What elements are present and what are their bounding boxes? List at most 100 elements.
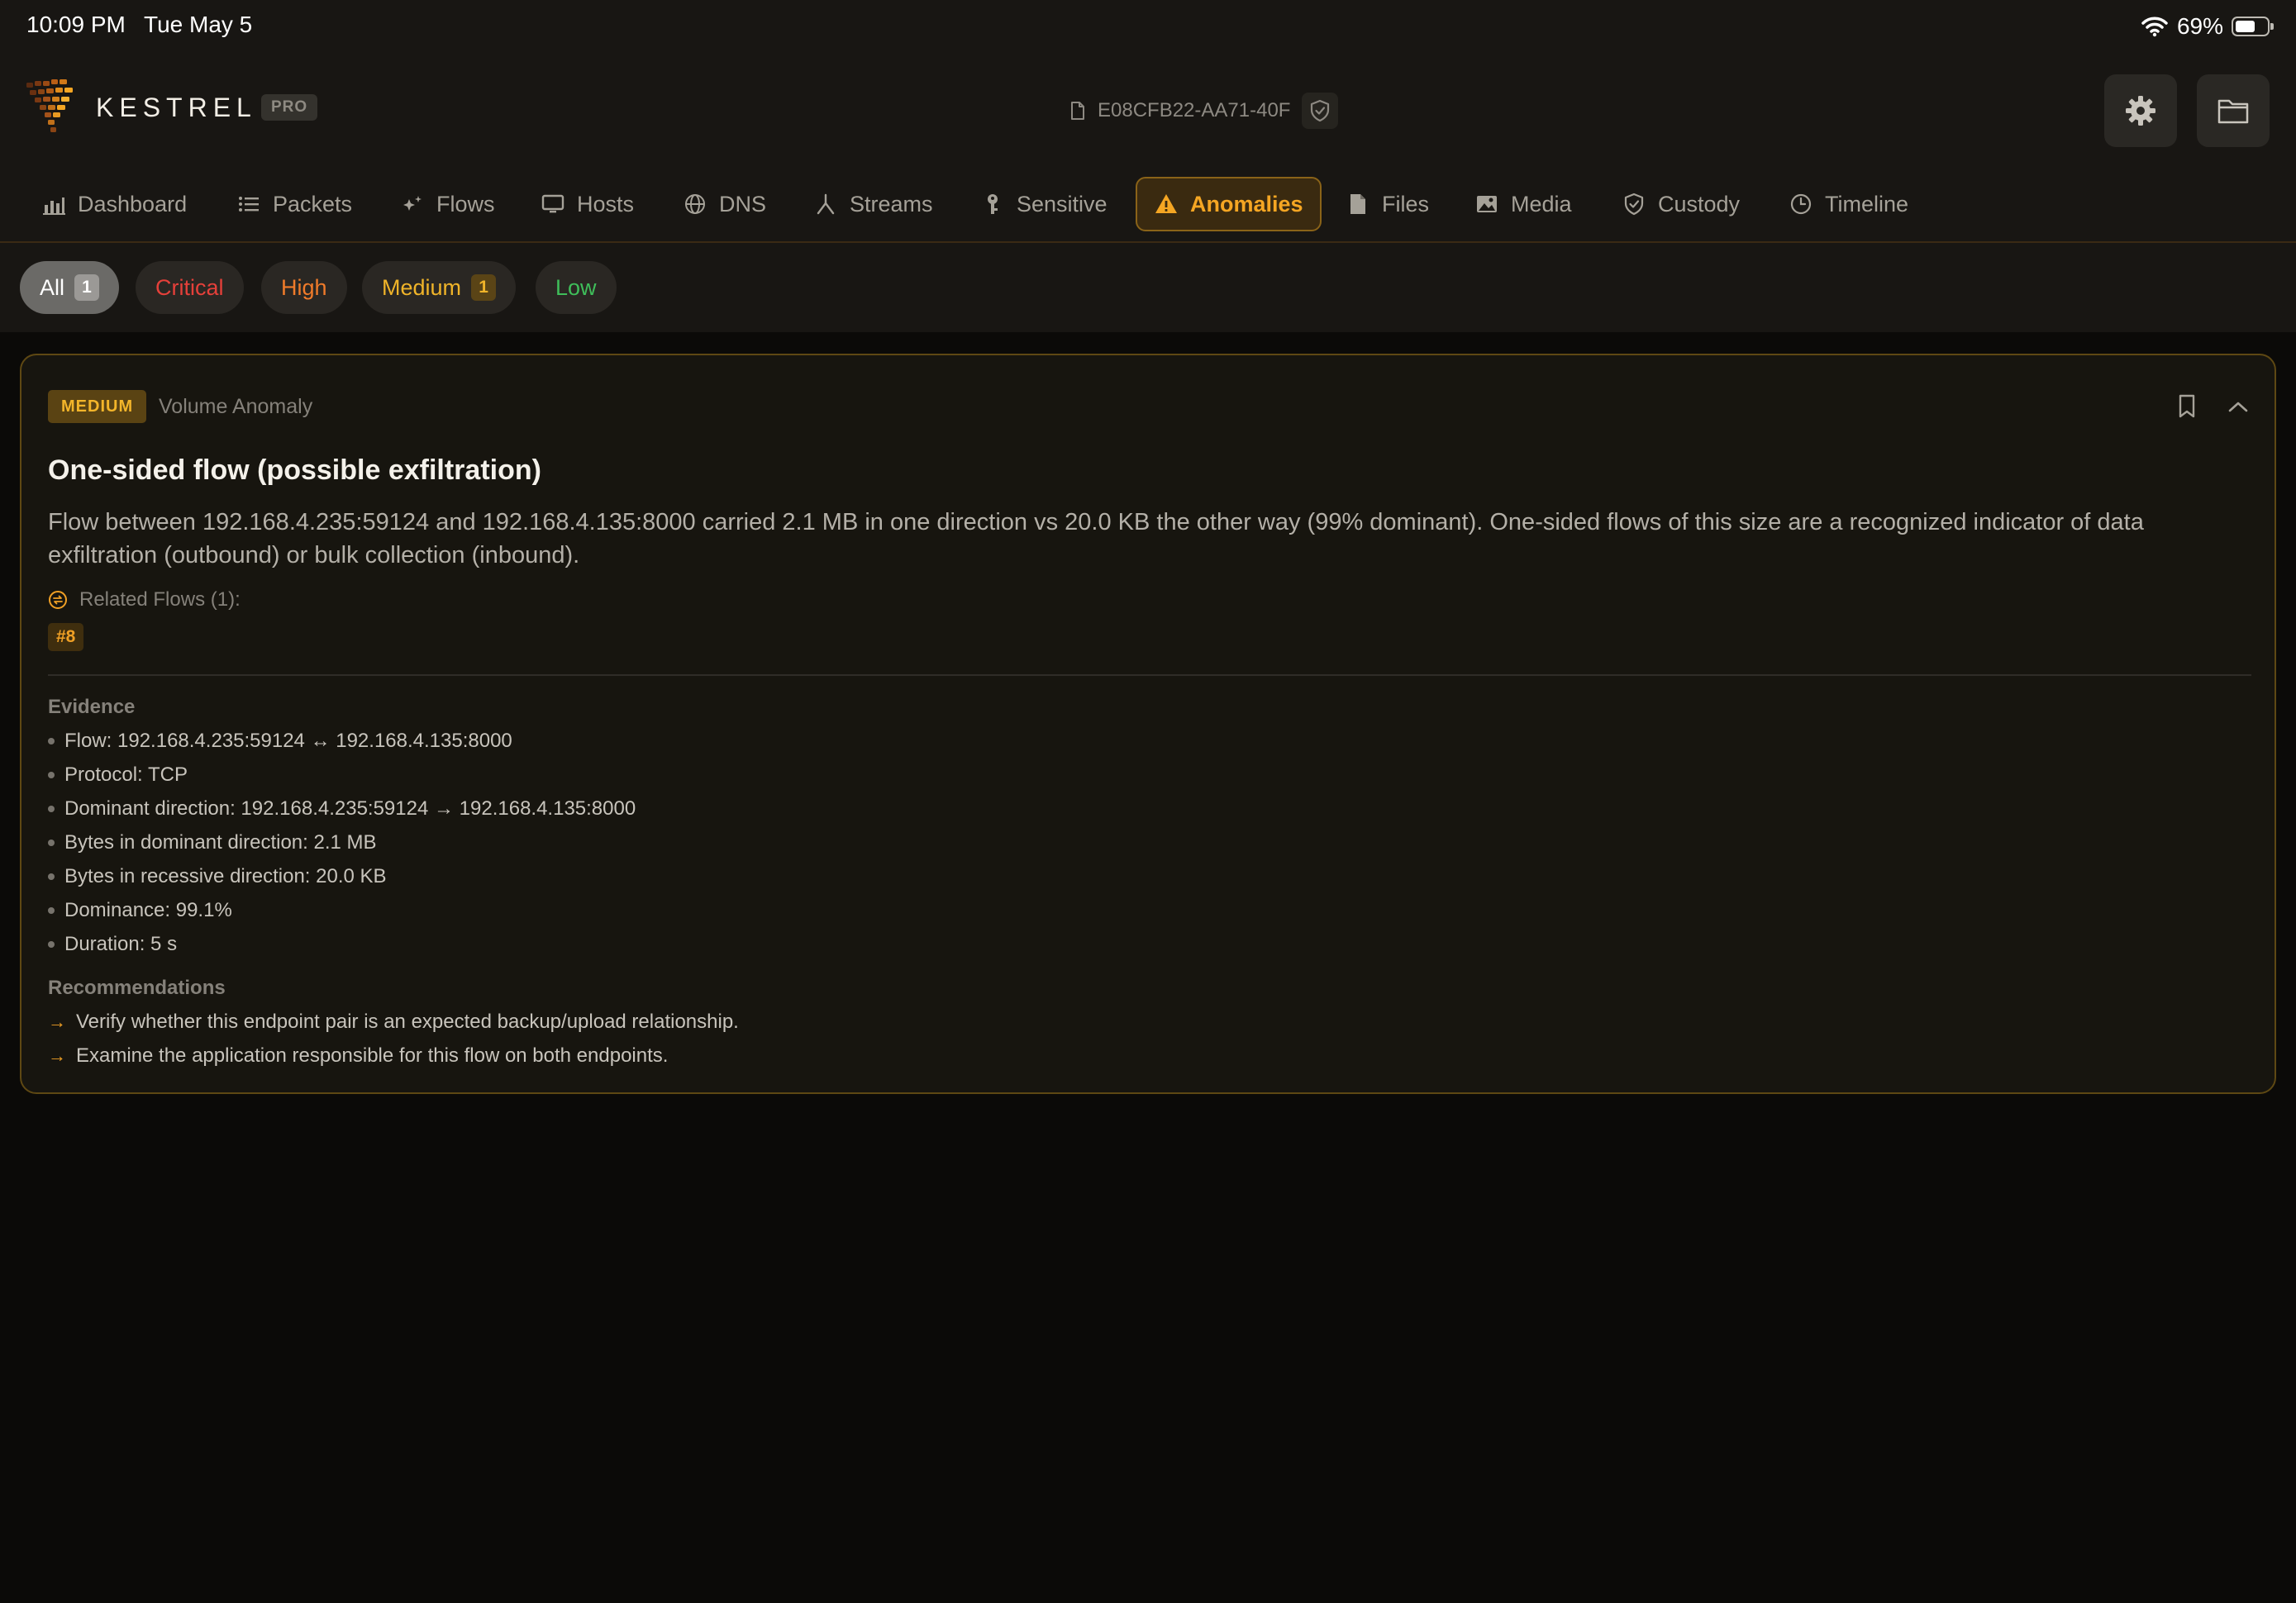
recommendations-heading: Recommendations <box>48 977 226 999</box>
tab-custody[interactable]: Custody <box>1605 177 1756 231</box>
monitor-icon <box>541 194 564 213</box>
tab-label: Dashboard <box>78 191 188 216</box>
wifi-icon <box>2141 17 2168 37</box>
chevron-up-icon <box>2228 402 2248 412</box>
section-divider <box>48 674 2251 676</box>
evidence-item: Duration: 5 s <box>48 927 636 961</box>
pro-badge: PRO <box>261 94 318 121</box>
tab-media[interactable]: Media <box>1458 177 1589 231</box>
evidence-text: Dominance: 99.1% <box>64 898 232 921</box>
recommendations-list: → Verify whether this endpoint pair is an… <box>48 1005 739 1073</box>
bullet-dot <box>48 873 55 880</box>
tab-label: Media <box>1511 191 1572 216</box>
capture-identifier[interactable]: E08CFB22-AA71-40F <box>1069 93 1339 129</box>
evidence-text: Dominant direction: 192.168.4.235:59124 … <box>64 797 636 820</box>
severity-badge: MEDIUM <box>48 390 147 423</box>
recommendation-item: → Examine the application responsible for… <box>48 1039 739 1073</box>
tab-dashboard[interactable]: Dashboard <box>25 177 203 231</box>
evidence-item: Flow: 192.168.4.235:59124 ↔ 192.168.4.13… <box>48 724 636 758</box>
warning-icon <box>1155 194 1177 213</box>
filter-label: All <box>40 274 65 300</box>
kestrel-logo-icon <box>26 79 73 132</box>
filter-all-chip[interactable]: All 1 <box>20 261 120 314</box>
evidence-text: Bytes in dominant direction: 2.1 MB <box>64 830 377 854</box>
battery-icon <box>2232 17 2274 36</box>
app-header: KESTREL PRO E08CFB22-AA71-40F <box>0 53 2296 165</box>
tab-label: Sensitive <box>1017 191 1108 216</box>
app-root: 10:09 PM Tue May 5 69% KESTREL PRO E08CF… <box>0 0 2296 1603</box>
sparkle-icon <box>403 196 422 211</box>
collapse-button[interactable] <box>2222 390 2255 423</box>
evidence-item: Bytes in dominant direction: 2.1 MB <box>48 825 636 859</box>
anomaly-card[interactable]: MEDIUM Volume Anomaly One-sided flow (po… <box>20 354 2276 1094</box>
evidence-item: Dominant direction: 192.168.4.235:59124 … <box>48 792 636 825</box>
filter-medium-chip[interactable]: Medium 1 <box>362 261 517 314</box>
document-icon <box>1071 102 1084 120</box>
key-icon <box>988 194 998 214</box>
tab-dns[interactable]: DNS <box>666 177 783 231</box>
tab-label: Hosts <box>577 191 635 216</box>
related-flows-icon <box>49 591 67 609</box>
related-flow-link[interactable]: #8 <box>48 623 84 651</box>
branch-icon <box>817 193 835 215</box>
tab-label: Streams <box>850 191 933 216</box>
tab-packets[interactable]: Packets <box>220 177 369 231</box>
tab-streams[interactable]: Streams <box>797 177 950 231</box>
bullet-dot <box>48 906 55 914</box>
tab-label: Anomalies <box>1190 191 1303 216</box>
tab-flows[interactable]: Flows <box>383 177 512 231</box>
filter-low-chip[interactable]: Low <box>536 261 617 314</box>
tab-label: Timeline <box>1825 191 1909 216</box>
evidence-text: Duration: 5 s <box>64 932 178 955</box>
severity-filters: All 1 Critical High Medium 1 Low <box>0 245 2296 332</box>
arrow-right-icon: → <box>48 1044 66 1066</box>
capture-id-text: E08CFB22-AA71-40F <box>1098 99 1291 121</box>
evidence-item: Dominance: 99.1% <box>48 893 636 927</box>
evidence-list: Flow: 192.168.4.235:59124 ↔ 192.168.4.13… <box>48 724 636 961</box>
anomaly-description: Flow between 192.168.4.235:59124 and 192… <box>48 509 2144 568</box>
filter-critical-chip[interactable]: Critical <box>136 261 244 314</box>
tab-anomalies[interactable]: Anomalies <box>1136 177 1322 231</box>
tab-sensitive[interactable]: Sensitive <box>964 177 1124 231</box>
arrow-right-icon: → <box>48 1011 66 1032</box>
image-icon <box>1477 196 1497 212</box>
settings-button[interactable] <box>2104 74 2177 147</box>
battery-percent: 69% <box>2176 13 2223 39</box>
status-bar: 10:09 PM Tue May 5 69% <box>0 0 2296 53</box>
bullet-dot <box>48 771 55 778</box>
open-file-button[interactable] <box>2197 74 2270 147</box>
evidence-text: Bytes in recessive direction: 20.0 KB <box>64 864 387 887</box>
status-indicators: 69% <box>2141 12 2274 41</box>
status-time: 10:09 PM <box>26 12 126 37</box>
bullet-dot <box>48 737 55 744</box>
tab-label: Custody <box>1658 191 1741 216</box>
main-tabs: Dashboard Packets Flows Hosts DNS Stream… <box>0 165 2296 243</box>
globe-icon <box>685 194 705 214</box>
gear-icon <box>2126 96 2155 126</box>
tab-timeline[interactable]: Timeline <box>1772 177 1925 231</box>
filter-label: Medium <box>382 274 462 300</box>
tab-files[interactable]: Files <box>1329 177 1446 231</box>
top-chrome: 10:09 PM Tue May 5 69% KESTREL PRO E08CF… <box>0 0 2296 332</box>
evidence-text: Flow: 192.168.4.235:59124 ↔ 192.168.4.13… <box>64 729 512 752</box>
battery-level-fill <box>2236 21 2255 32</box>
verify-button[interactable] <box>1302 93 1339 129</box>
tab-label: Files <box>1382 191 1430 216</box>
tab-label: DNS <box>719 191 767 216</box>
related-flows-label: Related Flows (1): <box>79 588 241 611</box>
bookmark-button[interactable] <box>2170 390 2203 423</box>
related-flows: Related Flows (1): <box>48 588 241 611</box>
bookmark-icon <box>2179 394 2195 418</box>
anomaly-title: One-sided flow (possible exfiltration) <box>48 454 541 486</box>
folder-icon <box>2217 99 2249 124</box>
tab-hosts[interactable]: Hosts <box>524 177 650 231</box>
filter-label: Critical <box>155 274 224 300</box>
file-icon <box>1350 194 1365 214</box>
recommendation-item: → Verify whether this endpoint pair is an… <box>48 1005 739 1039</box>
shield-check-icon <box>1311 99 1330 122</box>
filter-high-chip[interactable]: High <box>261 261 347 314</box>
bar-chart-icon <box>43 197 65 215</box>
tab-label: Packets <box>273 191 353 216</box>
recommendation-text: Verify whether this endpoint pair is an … <box>76 1010 739 1033</box>
tab-label: Flows <box>436 191 495 216</box>
